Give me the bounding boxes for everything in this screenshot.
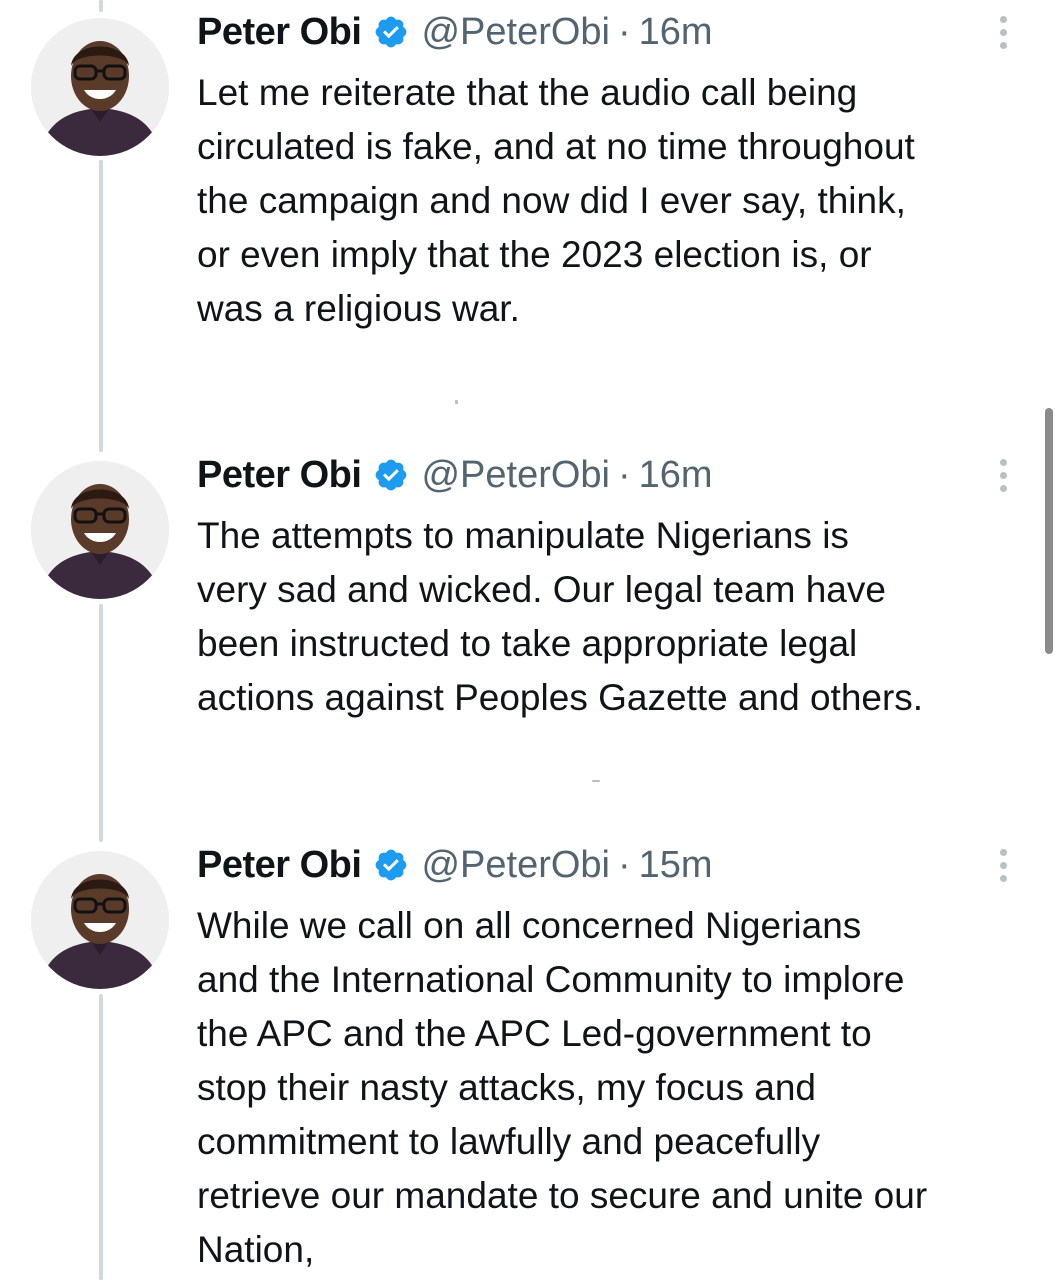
- timestamp[interactable]: 16m: [639, 454, 713, 497]
- artifact-speck: [455, 400, 458, 404]
- more-options-icon[interactable]: [985, 10, 1021, 54]
- tweet[interactable]: Peter Obi @PeterObi · 16m The attempts t…: [0, 453, 1055, 743]
- display-name[interactable]: Peter Obi: [197, 11, 362, 54]
- separator-dot: ·: [618, 843, 631, 886]
- scrollbar[interactable]: [1045, 408, 1053, 654]
- profile-photo-icon: [31, 461, 169, 599]
- tweet-header: Peter Obi @PeterObi · 16m: [197, 453, 713, 497]
- timestamp[interactable]: 16m: [639, 11, 713, 54]
- display-name[interactable]: Peter Obi: [197, 844, 362, 887]
- avatar[interactable]: [31, 461, 169, 599]
- verified-badge-icon: [373, 457, 409, 493]
- tweet-header: Peter Obi @PeterObi · 15m: [197, 843, 713, 887]
- tweet-header: Peter Obi @PeterObi · 16m: [197, 10, 713, 54]
- profile-photo-icon: [31, 18, 169, 156]
- tweet[interactable]: Peter Obi @PeterObi · 16m Let me reitera…: [0, 10, 1055, 340]
- timestamp[interactable]: 15m: [639, 844, 713, 887]
- user-handle[interactable]: @PeterObi: [421, 11, 610, 54]
- user-handle[interactable]: @PeterObi: [421, 454, 610, 497]
- artifact-speck: [592, 780, 600, 782]
- tweet-text: While we call on all concerned Nigerians…: [197, 905, 928, 1270]
- more-options-icon[interactable]: [985, 843, 1021, 887]
- separator-dot: ·: [618, 10, 631, 53]
- tweet-text: Let me reiterate that the audio call bei…: [197, 72, 915, 329]
- verified-badge-icon: [373, 14, 409, 50]
- avatar[interactable]: [31, 851, 169, 989]
- tweet[interactable]: Peter Obi @PeterObi · 15m While we call …: [0, 843, 1055, 1280]
- more-options-icon[interactable]: [985, 453, 1021, 497]
- avatar[interactable]: [31, 18, 169, 156]
- display-name[interactable]: Peter Obi: [197, 454, 362, 497]
- tweet-text: The attempts to manipulate Nigerians is …: [197, 515, 924, 718]
- profile-photo-icon: [31, 851, 169, 989]
- verified-badge-icon: [373, 847, 409, 883]
- separator-dot: ·: [618, 453, 631, 496]
- user-handle[interactable]: @PeterObi: [421, 844, 610, 887]
